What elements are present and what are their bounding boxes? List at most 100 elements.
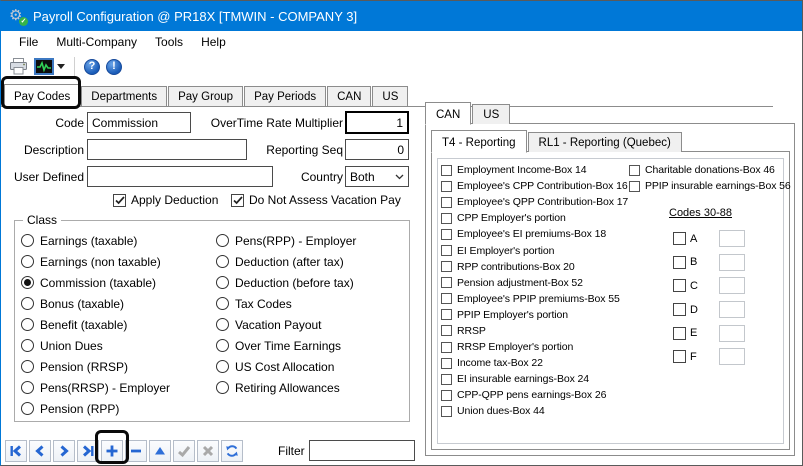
right-tab-us[interactable]: US <box>472 104 510 124</box>
about-button[interactable]: ! <box>103 55 125 79</box>
reporting-seq-input[interactable] <box>345 139 409 160</box>
help-button[interactable]: ? <box>81 55 103 79</box>
code-f-checkbox[interactable] <box>673 350 686 363</box>
data-export-button[interactable] <box>31 55 68 79</box>
t4-cpp-employer[interactable]: CPP Employer's portion <box>441 210 628 226</box>
radio-us-cost-allocation[interactable]: US Cost Allocation <box>216 356 356 377</box>
radio-pension-rpp[interactable]: Pension (RPP) <box>21 398 170 419</box>
radio-union-dues[interactable]: Union Dues <box>21 335 170 356</box>
tab-t4-reporting[interactable]: T4 - Reporting <box>431 130 527 153</box>
no-vacation-checkbox[interactable]: Do Not Assess Vacation Pay <box>231 193 401 207</box>
title-bar: ⚙✓ Payroll Configuration @ PR18X [TMWIN … <box>1 1 802 31</box>
t4-box14[interactable]: Employment Income-Box 14 <box>441 162 628 178</box>
menu-file[interactable]: File <box>10 33 47 51</box>
radio-bonus-taxable[interactable]: Bonus (taxable) <box>21 293 170 314</box>
code-d-checkbox[interactable] <box>673 303 686 316</box>
radio-deduction-after-tax[interactable]: Deduction (after tax) <box>216 251 356 272</box>
next-record-button[interactable] <box>53 440 75 462</box>
no-vacation-label: Do Not Assess Vacation Pay <box>249 193 401 207</box>
t4-checkbox-list: Employment Income-Box 14 Employee's CPP … <box>441 162 628 420</box>
window-title: Payroll Configuration @ PR18X [TMWIN - C… <box>33 9 357 24</box>
code-a-input[interactable] <box>719 230 745 247</box>
radio-over-time-earnings[interactable]: Over Time Earnings <box>216 335 356 356</box>
country-select[interactable]: Both <box>345 166 409 187</box>
t4-box26[interactable]: CPP-QPP pens earnings-Box 26 <box>441 387 628 403</box>
radio-deduction-before-tax[interactable]: Deduction (before tax) <box>216 272 356 293</box>
printer-icon <box>9 58 28 75</box>
delete-record-button[interactable] <box>125 440 147 462</box>
overtime-input[interactable] <box>345 111 409 134</box>
tab-rl1-reporting[interactable]: RL1 - Reporting (Quebec) <box>528 132 682 152</box>
radio-pens-rrsp-employer[interactable]: Pens(RRSP) - Employer <box>21 377 170 398</box>
post-record-button[interactable] <box>173 440 195 462</box>
t4-rrsp[interactable]: RRSP <box>441 323 628 339</box>
code-b-checkbox[interactable] <box>673 256 686 269</box>
right-tab-can[interactable]: CAN <box>425 102 471 125</box>
radio-tax-codes[interactable]: Tax Codes <box>216 293 356 314</box>
first-record-button[interactable] <box>5 440 27 462</box>
code-a-checkbox[interactable] <box>673 232 686 245</box>
t4-ppip-employer[interactable]: PPIP Employer's portion <box>441 307 628 323</box>
cancel-record-button[interactable] <box>197 440 219 462</box>
code-f-input[interactable] <box>719 348 745 365</box>
prior-record-button[interactable] <box>29 440 51 462</box>
code-e-checkbox[interactable] <box>673 327 686 340</box>
radio-benefit-taxable[interactable]: Benefit (taxable) <box>21 314 170 335</box>
t4-box44[interactable]: Union dues-Box 44 <box>441 403 628 419</box>
code-c-checkbox[interactable] <box>673 279 686 292</box>
t4-rrsp-employer[interactable]: RRSP Employer's portion <box>441 339 628 355</box>
t4-box20[interactable]: RPP contributions-Box 20 <box>441 259 628 275</box>
tab-pay-periods[interactable]: Pay Periods <box>244 86 326 106</box>
menu-multi-company[interactable]: Multi-Company <box>47 33 146 51</box>
plus-icon <box>105 444 119 458</box>
refresh-button[interactable] <box>221 440 243 462</box>
apply-deduction-checkbox[interactable]: Apply Deduction <box>113 193 218 207</box>
tab-pay-codes[interactable]: Pay Codes <box>4 84 80 107</box>
radio-commission-taxable[interactable]: Commission (taxable) <box>21 272 170 293</box>
filter-label: Filter <box>278 444 305 458</box>
record-nav-toolbar <box>5 440 243 462</box>
menu-tools[interactable]: Tools <box>146 33 192 51</box>
print-button[interactable] <box>6 55 31 79</box>
tab-us[interactable]: US <box>372 86 408 106</box>
radio-retiring-allowances[interactable]: Retiring Allowances <box>216 377 356 398</box>
t4-box16[interactable]: Employee's CPP Contribution-Box 16 <box>441 178 628 194</box>
t4-box46[interactable]: Charitable donations-Box 46 <box>629 162 791 178</box>
edit-record-button[interactable] <box>149 440 171 462</box>
t4-box24[interactable]: EI insurable earnings-Box 24 <box>441 371 628 387</box>
class-radio-column-right: Pens(RPP) - Employer Deduction (after ta… <box>216 230 356 398</box>
code-c-input[interactable] <box>719 277 745 294</box>
t4-box52[interactable]: Pension adjustment-Box 52 <box>441 275 628 291</box>
menu-help[interactable]: Help <box>192 33 235 51</box>
radio-pension-rrsp[interactable]: Pension (RRSP) <box>21 356 170 377</box>
tab-pay-group[interactable]: Pay Group <box>168 86 243 106</box>
code-row-a: A <box>673 227 745 251</box>
last-record-button[interactable] <box>77 440 99 462</box>
app-gear-icon: ⚙✓ <box>9 8 25 24</box>
t4-box17[interactable]: Employee's QPP Contribution-Box 17 <box>441 194 628 210</box>
code-label: Code <box>1 116 84 130</box>
t4-checkbox-list-right: Charitable donations-Box 46 PPIP insurab… <box>629 162 791 194</box>
radio-earnings-taxable[interactable]: Earnings (taxable) <box>21 230 170 251</box>
tab-departments[interactable]: Departments <box>81 86 167 106</box>
t4-box22[interactable]: Income tax-Box 22 <box>441 355 628 371</box>
radio-earnings-non-taxable[interactable]: Earnings (non taxable) <box>21 251 170 272</box>
t4-box56[interactable]: PPIP insurable earnings-Box 56 <box>629 178 791 194</box>
t4-box55[interactable]: Employee's PPIP premiums-Box 55 <box>441 291 628 307</box>
code-e-input[interactable] <box>719 325 745 342</box>
x-icon <box>201 444 215 458</box>
t4-box18[interactable]: Employee's EI premiums-Box 18 <box>441 226 628 242</box>
refresh-icon <box>225 444 239 458</box>
code-d-input[interactable] <box>719 301 745 318</box>
tab-can[interactable]: CAN <box>327 86 371 106</box>
toolbar-separator <box>74 57 75 77</box>
code-row-e: E <box>673 321 745 345</box>
filter-input[interactable] <box>309 440 415 461</box>
code-b-input[interactable] <box>719 254 745 271</box>
minus-icon <box>129 444 143 458</box>
radio-vacation-payout[interactable]: Vacation Payout <box>216 314 356 335</box>
radio-pens-rpp-employer[interactable]: Pens(RPP) - Employer <box>216 230 356 251</box>
insert-record-button[interactable] <box>101 440 123 462</box>
export-dropdown-arrow[interactable] <box>57 64 65 69</box>
t4-ei-employer[interactable]: EI Employer's portion <box>441 242 628 258</box>
